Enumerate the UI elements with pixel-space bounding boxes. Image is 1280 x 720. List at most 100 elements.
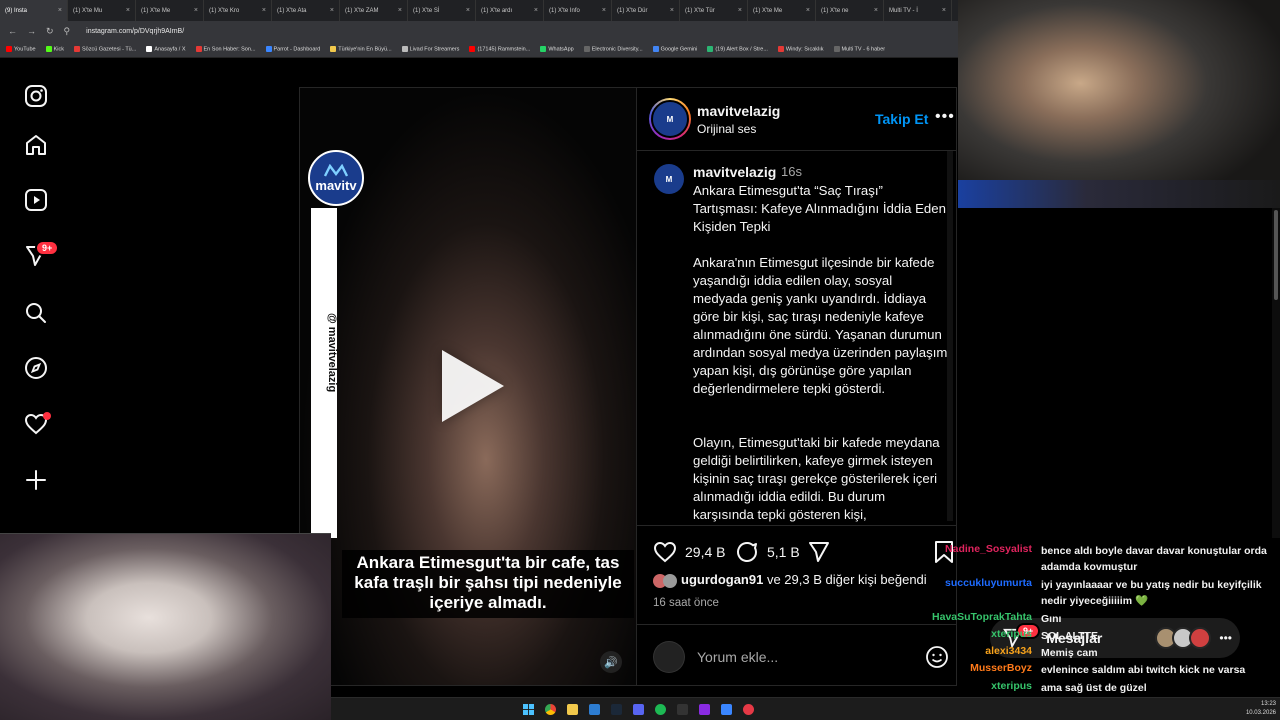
comment-icon[interactable] xyxy=(735,540,759,564)
windows-start-icon[interactable] xyxy=(523,704,534,715)
page-scrollbar-thumb[interactable] xyxy=(1274,210,1278,300)
back-icon[interactable]: ← xyxy=(8,26,17,36)
site-info-icon[interactable]: ⚲ xyxy=(64,26,71,37)
spotify-icon[interactable] xyxy=(655,704,666,715)
bookmark-item[interactable]: Anasayfa / X xyxy=(146,45,186,52)
system-clock[interactable]: 13:23 10.03.2026 xyxy=(1246,700,1276,718)
follow-button[interactable]: Takip Et xyxy=(875,111,928,127)
create-icon[interactable] xyxy=(24,468,48,492)
bookmark-label: (19) Alert Box / Stre... xyxy=(715,46,768,53)
avatar[interactable]: M xyxy=(649,98,691,140)
browser-tab[interactable]: (1) X'te ne × xyxy=(816,0,884,21)
bookmark-item[interactable]: Multi TV - 6 haber xyxy=(833,45,885,52)
app-icon[interactable] xyxy=(677,704,688,715)
comment-input[interactable]: Yorum ekle... xyxy=(697,649,778,665)
bookmark-item[interactable]: Sözcü Gazetesi - Tü... xyxy=(74,45,136,52)
liked-by[interactable]: ugurdogan91 ve 29,3 B diğer kişi beğendi xyxy=(653,572,927,588)
bookmark-item[interactable]: Livad For Streamers xyxy=(401,45,459,52)
bookmark-item[interactable]: (19) Alert Box / Stre... xyxy=(707,45,768,53)
browser-tab-label: (1) X'te Ata xyxy=(277,7,307,14)
reload-icon[interactable]: ↻ xyxy=(46,26,54,37)
instagram-logo-icon[interactable] xyxy=(24,84,48,108)
browser-tab[interactable]: (1) X'te Dür × xyxy=(612,0,680,21)
bookmark-item[interactable]: WhatsApp xyxy=(540,45,574,52)
forward-icon[interactable]: → xyxy=(27,26,36,36)
close-tab-icon[interactable]: × xyxy=(534,7,538,14)
close-tab-icon[interactable]: × xyxy=(126,7,130,14)
app-icon[interactable] xyxy=(721,704,732,715)
close-tab-icon[interactable]: × xyxy=(874,7,878,14)
discord-icon[interactable] xyxy=(633,704,644,715)
caption-avatar[interactable]: M xyxy=(653,163,685,195)
caption-scrollbar[interactable] xyxy=(947,151,953,521)
home-icon[interactable] xyxy=(24,133,48,157)
app-icon[interactable] xyxy=(743,704,754,715)
play-icon[interactable] xyxy=(442,350,504,422)
chat-username[interactable]: xteripus xyxy=(991,680,1032,692)
close-tab-icon[interactable]: × xyxy=(738,7,742,14)
caption-scroll-area[interactable]: M mavitvelazig 16s Ankara Etimesgut'ta “… xyxy=(637,151,957,525)
close-tab-icon[interactable]: × xyxy=(330,7,334,14)
app-icon[interactable] xyxy=(699,704,710,715)
chat-username[interactable]: MusserBoyz xyxy=(970,662,1032,674)
comment-action[interactable]: 5,1 B xyxy=(735,540,800,564)
close-tab-icon[interactable]: × xyxy=(194,7,198,14)
bookmark-item[interactable]: YouTube xyxy=(6,45,36,52)
browser-tab[interactable]: (1) X'te Me × xyxy=(748,0,816,21)
reel-video-player[interactable]: @ mavitvelazig mavitv Ankara Etimesgut't… xyxy=(299,87,637,686)
chat-username[interactable]: Nadine_Sosyalist xyxy=(945,543,1032,555)
share-icon[interactable] xyxy=(807,540,831,564)
browser-tab[interactable]: (1) X'te ardı × xyxy=(476,0,544,21)
browser-tab[interactable]: (1) X'te Mu × xyxy=(68,0,136,21)
bookmark-item[interactable]: En Son Haber: Son... xyxy=(195,45,256,52)
file-explorer-icon[interactable] xyxy=(567,704,578,715)
browser-tab[interactable]: (1) X'te Ata × xyxy=(272,0,340,21)
chat-username[interactable]: succukluyumurta xyxy=(945,577,1032,589)
browser-tab[interactable]: (1) X'te Info × xyxy=(544,0,612,21)
close-tab-icon[interactable]: × xyxy=(602,7,606,14)
bookmark-item[interactable]: Google Gemini xyxy=(652,45,697,52)
browser-tab-label: (1) X'te ZAM xyxy=(345,7,379,14)
bookmark-item[interactable]: Türkiye'nin En Büyü... xyxy=(330,45,392,52)
close-tab-icon[interactable]: × xyxy=(806,7,810,14)
heart-icon[interactable] xyxy=(653,540,677,564)
volume-icon[interactable]: 🔊 xyxy=(600,651,622,673)
more-options-icon[interactable]: ••• xyxy=(935,108,955,126)
chat-username[interactable]: HavaSuToprakTahta xyxy=(932,611,1032,623)
browser-tab[interactable]: (1) X'te Me × xyxy=(136,0,204,21)
bookmark-item[interactable]: Parrot - Dashboard xyxy=(265,45,320,52)
close-tab-icon[interactable]: × xyxy=(398,7,402,14)
url-field[interactable]: instagram.com/p/DVqrjh9AImB/ xyxy=(86,28,184,35)
close-tab-icon[interactable]: × xyxy=(670,7,674,14)
chat-username[interactable]: xteripus xyxy=(991,628,1032,640)
chat-username[interactable]: alexi3434 xyxy=(985,645,1032,657)
chrome-icon[interactable] xyxy=(545,704,556,715)
bookmark-item[interactable]: Electronic Diversity... xyxy=(583,45,643,52)
liked-by-user[interactable]: ugurdogan91 xyxy=(681,572,763,587)
steam-icon[interactable] xyxy=(611,704,622,715)
app-icon[interactable] xyxy=(589,704,600,715)
bookmark-item[interactable]: Kick xyxy=(45,45,64,52)
caption-username[interactable]: mavitvelazig xyxy=(693,164,776,180)
close-tab-icon[interactable]: × xyxy=(942,7,946,14)
close-tab-icon[interactable]: × xyxy=(262,7,266,14)
chat-message: xteripus ama sağ üst de güzel xyxy=(900,680,1275,696)
close-tab-icon[interactable]: × xyxy=(58,7,62,14)
browser-tab[interactable]: (1) X'te Sİ × xyxy=(408,0,476,21)
browser-tab[interactable]: (9) Insta × xyxy=(0,0,68,21)
audio-label[interactable]: Orijinal ses xyxy=(697,122,756,136)
bookmark-item[interactable]: Windy: Sıcaklık xyxy=(777,45,824,52)
explore-icon[interactable] xyxy=(24,356,48,380)
reels-icon[interactable] xyxy=(24,188,48,212)
browser-tab[interactable]: (1) X'te Tür × xyxy=(680,0,748,21)
caption-time: 16s xyxy=(781,164,802,179)
search-icon[interactable] xyxy=(24,301,48,325)
browser-tab[interactable]: (1) X'te Kro × xyxy=(204,0,272,21)
chat-text: SOL ALTTE xyxy=(1041,630,1098,642)
close-tab-icon[interactable]: × xyxy=(466,7,470,14)
browser-tab[interactable]: (1) X'te ZAM × xyxy=(340,0,408,21)
bookmark-item[interactable]: (17145) Rammstein... xyxy=(469,45,530,52)
browser-tab[interactable]: Multi TV - İ × xyxy=(884,0,952,21)
post-username[interactable]: mavitvelazig xyxy=(697,103,780,119)
like-action[interactable]: 29,4 B xyxy=(653,540,725,564)
